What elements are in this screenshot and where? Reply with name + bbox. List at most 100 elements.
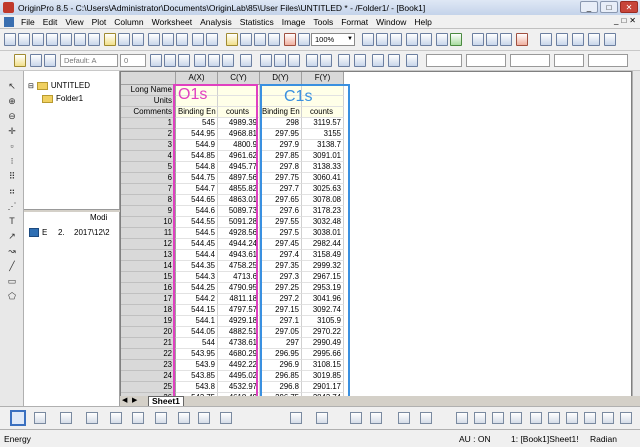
row-number[interactable]: 22 (121, 349, 176, 360)
decrease-font-icon[interactable] (320, 54, 332, 67)
font-size-select[interactable]: 0 (120, 54, 146, 67)
row-number[interactable]: 1 (121, 118, 176, 129)
new-project-icon[interactable] (4, 33, 16, 46)
row-number[interactable]: 20 (121, 327, 176, 338)
arrange-icon[interactable] (588, 33, 600, 46)
print-icon[interactable] (240, 33, 252, 46)
mask-tool-icon[interactable]: ⠶ (7, 186, 17, 196)
menu-column[interactable]: Column (110, 17, 147, 27)
row-number[interactable]: 14 (121, 261, 176, 272)
marker-select[interactable] (588, 54, 628, 67)
rectangle-tool-icon[interactable]: ▭ (7, 276, 17, 286)
increase-font-icon[interactable] (306, 54, 318, 67)
align-horizontal-icon[interactable] (548, 412, 560, 424)
fit-page-icon[interactable] (604, 33, 616, 46)
polar-plot-icon[interactable] (178, 412, 190, 424)
new-graph-icon[interactable] (32, 33, 44, 46)
row-number[interactable]: 10 (121, 217, 176, 228)
font-style-icon[interactable] (44, 54, 56, 67)
row-number[interactable]: 5 (121, 162, 176, 173)
zoom-out-tool-icon[interactable]: ⊖ (7, 111, 17, 121)
book-name[interactable]: E (42, 228, 47, 237)
add-new-column-icon[interactable] (298, 33, 310, 46)
row-number[interactable]: 11 (121, 228, 176, 239)
menu-analysis[interactable]: Analysis (196, 17, 236, 27)
row-number[interactable]: 2 (121, 129, 176, 140)
row-number[interactable]: 21 (121, 338, 176, 349)
font-color-icon[interactable] (240, 54, 252, 67)
data-selector-tool-icon[interactable]: ⁝ (7, 156, 17, 166)
script-window-icon[interactable] (406, 33, 418, 46)
row-number[interactable]: 9 (121, 206, 176, 217)
line-tool-icon[interactable]: ╱ (7, 261, 17, 271)
subscript-icon[interactable] (208, 54, 220, 67)
row-number[interactable]: 12 (121, 239, 176, 250)
new-matrix-icon[interactable] (46, 33, 58, 46)
line-color-icon[interactable] (372, 54, 384, 67)
tile-icon[interactable] (572, 33, 584, 46)
menu-file[interactable]: File (17, 17, 39, 27)
quick-help-icon[interactable] (450, 33, 462, 46)
open-excel-icon[interactable] (132, 33, 144, 46)
new-folder-icon[interactable] (486, 33, 498, 46)
import-wizard-icon[interactable] (206, 33, 218, 46)
mdi-minimize-button[interactable]: _ (614, 16, 618, 25)
row-number[interactable]: 23 (121, 360, 176, 371)
error-bar-icon[interactable] (132, 412, 144, 424)
row-number[interactable]: 4 (121, 151, 176, 162)
import-icon[interactable] (192, 33, 204, 46)
stock-plot-icon[interactable] (420, 412, 432, 424)
save-window-icon[interactable] (162, 33, 174, 46)
row-number[interactable]: 16 (121, 283, 176, 294)
border-icon[interactable] (354, 54, 366, 67)
refresh-icon[interactable] (254, 33, 266, 46)
cascade-icon[interactable] (556, 33, 568, 46)
menu-statistics[interactable]: Statistics (236, 17, 278, 27)
row-number[interactable]: 18 (121, 305, 176, 316)
row-number[interactable]: 7 (121, 184, 176, 195)
screen-reader-tool-icon[interactable]: ✛ (7, 126, 17, 136)
align-right-objects-icon[interactable] (474, 412, 486, 424)
zoom-select[interactable]: 100% ▼ (311, 33, 355, 46)
data-display-icon[interactable] (436, 33, 448, 46)
menu-plot[interactable]: Plot (88, 17, 111, 27)
font-name-select[interactable]: Default: A (60, 54, 118, 67)
vector-plot-icon[interactable] (398, 412, 410, 424)
pointer-tool-icon[interactable]: ↖ (7, 81, 17, 91)
3d-bar-icon[interactable] (316, 412, 328, 424)
document-icon[interactable] (4, 16, 14, 27)
line-symbol-plot-icon[interactable] (60, 412, 72, 424)
group-icon[interactable] (566, 412, 578, 424)
template-library-icon[interactable] (220, 412, 232, 424)
row-number[interactable]: 19 (121, 316, 176, 327)
contour-plot-icon[interactable] (198, 412, 210, 424)
align-right-icon[interactable] (288, 54, 300, 67)
tab-nav-first-icon[interactable]: ◀ (122, 396, 127, 404)
minimize-button[interactable]: _ (580, 1, 598, 13)
results-log-icon[interactable] (376, 33, 388, 46)
project-explorer-icon[interactable] (362, 33, 374, 46)
3d-surface-icon[interactable] (290, 412, 302, 424)
bold-icon[interactable] (150, 54, 162, 67)
duplicate-icon[interactable] (268, 33, 280, 46)
fill-pattern-select[interactable] (554, 54, 584, 67)
delete-icon[interactable] (516, 33, 528, 46)
mdi-close-button[interactable]: ✕ (629, 16, 636, 25)
curved-arrow-tool-icon[interactable]: ↝ (7, 246, 17, 256)
text-tool-icon[interactable]: T (7, 216, 17, 226)
pattern-icon[interactable] (406, 54, 418, 67)
new-function-icon[interactable] (60, 33, 72, 46)
menu-view[interactable]: View (61, 17, 87, 27)
tab-nav-last-icon[interactable]: ▶ (132, 396, 137, 404)
column-plot-icon[interactable] (86, 412, 98, 424)
arrow-select[interactable] (510, 54, 550, 67)
menu-edit[interactable]: Edit (39, 17, 62, 27)
menu-worksheet[interactable]: Worksheet (148, 17, 196, 27)
greek-icon[interactable] (222, 54, 234, 67)
row-number[interactable]: 24 (121, 371, 176, 382)
code-builder-window-icon[interactable] (420, 33, 432, 46)
open-icon[interactable] (104, 33, 116, 46)
align-left-objects-icon[interactable] (456, 412, 468, 424)
list-modified-header[interactable]: Modi (90, 213, 107, 222)
maximize-button[interactable]: □ (600, 1, 618, 13)
